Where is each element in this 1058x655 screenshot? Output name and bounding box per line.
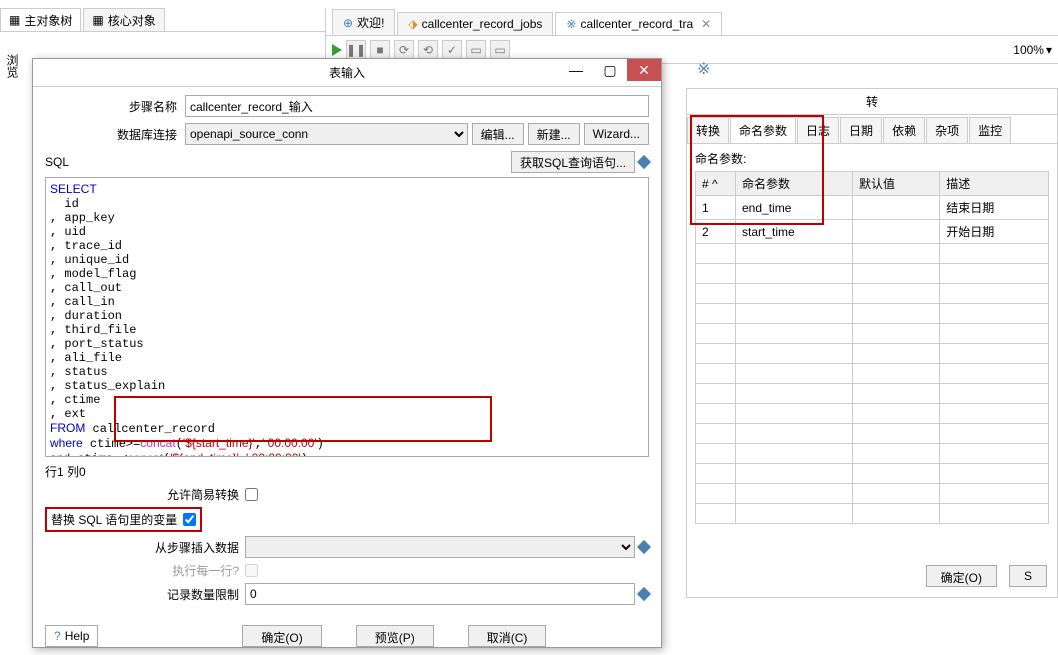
db-conn-label: 数据库连接 (45, 126, 185, 143)
table-row[interactable] (696, 344, 1049, 364)
run-button[interactable] (332, 44, 342, 56)
zoom-value: 100% (1013, 43, 1044, 57)
replace-var-highlight: 替换 SQL 语句里的变量 (45, 507, 202, 532)
col-def[interactable]: 默认值 (853, 172, 940, 196)
table-row[interactable] (696, 484, 1049, 504)
allow-simple-checkbox[interactable] (245, 488, 258, 501)
tab-label: callcenter_record_jobs (422, 17, 543, 31)
tab-jobs[interactable]: ⬗ callcenter_record_jobs (397, 12, 553, 35)
stop-button[interactable]: ■ (370, 40, 390, 60)
exec-each-checkbox (245, 564, 258, 577)
col-num[interactable]: # ^ (696, 172, 736, 196)
preview-button[interactable]: 预览(P) (356, 625, 434, 647)
sql-button[interactable]: ▭ (466, 40, 486, 60)
table-row[interactable] (696, 464, 1049, 484)
table-row[interactable]: 1end_time结束日期 (696, 196, 1049, 220)
help-button[interactable]: ? Help (45, 625, 98, 647)
close-icon[interactable]: ✕ (701, 17, 711, 31)
new-conn-button[interactable]: 新建... (528, 123, 580, 145)
side-tab-params[interactable]: 命名参数 (730, 117, 796, 143)
trans-icon: ※ (566, 17, 576, 31)
close-button[interactable]: ✕ (627, 59, 661, 81)
tree-tab-core[interactable]: ▦ 核心对象 (83, 8, 164, 31)
table-row[interactable]: 2start_time开始日期 (696, 220, 1049, 244)
ok-button[interactable]: 确定(O) (242, 625, 321, 647)
table-row[interactable] (696, 504, 1049, 524)
validate-button[interactable]: ✓ (442, 40, 462, 60)
maximize-button[interactable]: ▢ (593, 59, 627, 81)
trans-panel-icon: ※ (697, 59, 710, 79)
tab-tra[interactable]: ※ callcenter_record_tra ✕ (555, 12, 722, 35)
side-tab-dep[interactable]: 依赖 (883, 117, 925, 143)
tab-welcome[interactable]: ⊕ 欢迎! (332, 9, 395, 35)
db-conn-select[interactable]: openapi_source_conn (185, 123, 468, 145)
insert-step-label: 从步骤插入数据 (45, 539, 245, 556)
insert-step-select[interactable] (245, 536, 635, 558)
allow-simple-label: 允许简易转换 (45, 486, 245, 503)
dialog-title-bar: 表输入 — ▢ ✕ (33, 59, 661, 87)
tree-icon: ▦ (92, 13, 103, 27)
sql-textarea[interactable]: SELECT id , app_key , uid , trace_id , u… (45, 177, 649, 457)
tab-label: 欢迎! (357, 14, 384, 31)
side-title: 转 (687, 89, 1057, 115)
tree-icon: ▦ (9, 13, 20, 27)
wizard-button[interactable]: Wizard... (584, 123, 649, 145)
var-indicator-icon (637, 540, 651, 554)
col-name[interactable]: 命名参数 (736, 172, 853, 196)
debug-button[interactable]: ⟳ (394, 40, 414, 60)
side-ok-button[interactable]: 确定(O) (926, 565, 997, 587)
tab-label: callcenter_record_tra (580, 17, 693, 31)
side-tab-log[interactable]: 日志 (797, 117, 839, 143)
replace-var-checkbox[interactable] (183, 513, 196, 526)
table-row[interactable] (696, 324, 1049, 344)
var-indicator-icon (637, 587, 651, 601)
param-table: # ^ 命名参数 默认值 描述 1end_time结束日期 2start_tim… (695, 171, 1049, 524)
limit-input[interactable] (245, 583, 635, 605)
minimize-button[interactable]: — (559, 59, 593, 81)
job-icon: ⬗ (408, 17, 417, 31)
help-icon: ? (54, 629, 61, 643)
get-sql-button[interactable]: 获取SQL查询语句... (511, 151, 635, 173)
side-tab-trans[interactable]: 转换 (687, 117, 729, 143)
side-sql-button[interactable]: S (1009, 565, 1047, 587)
step-name-input[interactable] (185, 95, 649, 117)
params-subtitle: 命名参数: (687, 144, 1057, 167)
table-row[interactable] (696, 264, 1049, 284)
dialog-title: 表输入 (329, 64, 365, 81)
table-input-dialog: 表输入 — ▢ ✕ 步骤名称 数据库连接 openapi_source_conn… (32, 58, 662, 648)
side-tab-date[interactable]: 日期 (840, 117, 882, 143)
replace-var-label: 替换 SQL 语句里的变量 (51, 511, 183, 528)
side-tab-misc[interactable]: 杂项 (926, 117, 968, 143)
table-row[interactable] (696, 304, 1049, 324)
table-row[interactable] (696, 244, 1049, 264)
sql-label: SQL (45, 155, 69, 169)
table-row[interactable] (696, 404, 1049, 424)
exec-each-label: 执行每一行? (45, 562, 245, 579)
db-button[interactable]: ▭ (490, 40, 510, 60)
table-row[interactable] (696, 444, 1049, 464)
cursor-position: 行1 列0 (45, 463, 649, 480)
table-row[interactable] (696, 284, 1049, 304)
limit-label: 记录数量限制 (45, 586, 245, 603)
tree-tab-main[interactable]: ▦ 主对象树 (0, 8, 81, 31)
pause-button[interactable]: ❚❚ (346, 40, 366, 60)
table-row[interactable] (696, 424, 1049, 444)
tree-tab-label: 主对象树 (24, 12, 72, 29)
table-row[interactable] (696, 384, 1049, 404)
app-toolbar (0, 0, 1058, 8)
zoom-dropdown-icon[interactable]: ▾ (1046, 43, 1052, 57)
browse-label: 浏览 (4, 54, 21, 78)
table-row[interactable] (696, 364, 1049, 384)
tree-tab-label: 核心对象 (108, 12, 156, 29)
side-tab-monitor[interactable]: 监控 (969, 117, 1011, 143)
cancel-button[interactable]: 取消(C) (468, 625, 547, 647)
step-name-label: 步骤名称 (45, 98, 185, 115)
welcome-icon: ⊕ (343, 16, 353, 30)
trans-properties-panel: ※ 转 转换 命名参数 日志 日期 依赖 杂项 监控 命名参数: # ^ 命名参… (686, 88, 1058, 598)
col-desc[interactable]: 描述 (940, 172, 1049, 196)
edit-conn-button[interactable]: 编辑... (472, 123, 524, 145)
replay-button[interactable]: ⟲ (418, 40, 438, 60)
var-indicator-icon (637, 155, 651, 169)
